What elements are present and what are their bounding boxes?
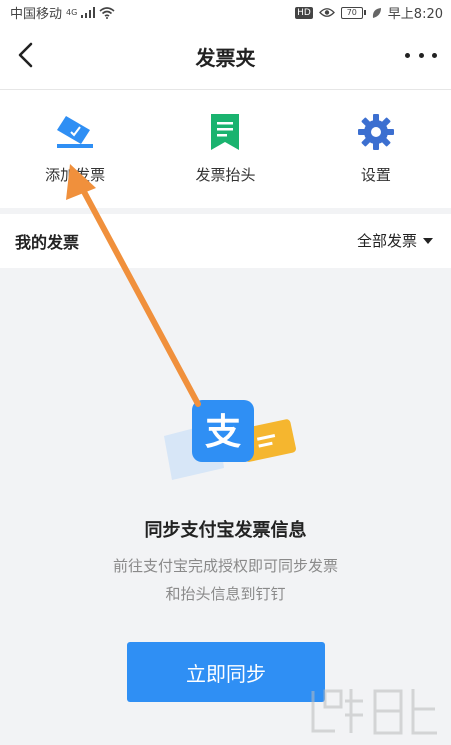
sync-description: 前往支付宝完成授权即可同步发票 和抬头信息到钉钉 <box>0 552 451 608</box>
carrier-label: 中国移动 <box>10 7 63 22</box>
my-invoices-header: 我的发票 全部发票 <box>0 214 451 268</box>
wifi-icon <box>99 6 115 19</box>
eye-icon <box>318 8 335 17</box>
settings-label: 设置 <box>360 166 391 184</box>
network-tag: 4G <box>66 8 78 17</box>
page-title: 发票夹 <box>195 46 256 70</box>
more-dot <box>418 52 424 58</box>
more-dot <box>405 52 410 58</box>
hd-badge: HD <box>295 6 313 19</box>
section-title: 我的发票 <box>15 233 80 252</box>
invoice-header-icon <box>211 114 240 150</box>
caret-down-icon <box>423 237 433 244</box>
add-invoice-icon <box>57 116 94 148</box>
battery-level: 70 <box>340 6 363 19</box>
battery-icon: 70 <box>340 6 366 19</box>
sync-desc-line2: 和抬头信息到钉钉 <box>165 585 286 603</box>
signal-icon <box>81 7 96 18</box>
settings-button[interactable]: 设置 <box>301 90 451 208</box>
sync-desc-line1: 前往支付宝完成授权即可同步发票 <box>112 557 338 575</box>
status-bar: 中国移动 4G HD 70 早上8:20 <box>0 0 451 22</box>
nav-bar: 发票夹 <box>0 22 451 90</box>
watermark-logo <box>311 689 437 735</box>
invoice-header-label: 发票抬头 <box>195 166 256 184</box>
filter-label: 全部发票 <box>356 232 417 250</box>
more-menu-button[interactable] <box>405 44 437 66</box>
add-invoice-label: 添加发票 <box>45 166 106 184</box>
sync-title: 同步支付宝发票信息 <box>144 520 307 541</box>
status-time: 早上8:20 <box>387 7 443 22</box>
alipay-logo-glyph: 支 <box>205 412 241 453</box>
gear-icon <box>357 114 394 150</box>
quick-actions: 添加发票 发票抬头 设置 <box>0 90 451 208</box>
sync-now-button[interactable]: 立即同步 <box>127 642 325 702</box>
alipay-sync-illustration: 支 <box>164 400 296 480</box>
more-dot <box>432 52 437 58</box>
add-invoice-button[interactable]: 添加发票 <box>0 90 150 208</box>
invoice-filter-dropdown[interactable]: 全部发票 <box>357 230 433 251</box>
leaf-icon <box>372 7 381 18</box>
invoice-header-button[interactable]: 发票抬头 <box>150 90 300 208</box>
